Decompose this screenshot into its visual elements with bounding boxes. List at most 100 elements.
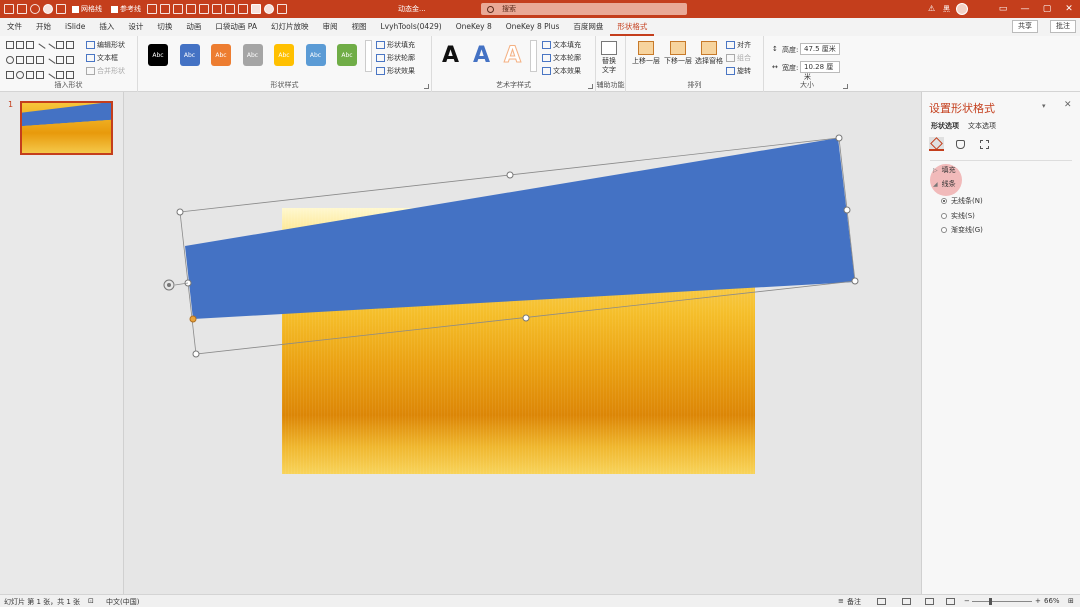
distribute-horizontal-icon[interactable] <box>225 4 235 14</box>
slide-editing-canvas[interactable] <box>125 92 920 594</box>
tab-text-options[interactable]: 文本选项 <box>968 121 996 131</box>
line-option-1[interactable]: 实线(S) <box>941 211 975 221</box>
tab-8[interactable]: 幻灯片放映 <box>264 18 316 36</box>
text-effects-button[interactable]: 文本效果 <box>542 66 581 76</box>
comment-button[interactable]: 批注 <box>1050 20 1076 33</box>
shape-fill-button[interactable]: 形状填充 <box>376 40 415 50</box>
shape-style-5[interactable]: Abc <box>305 44 326 66</box>
wordart-scroll[interactable] <box>530 40 537 72</box>
gridlines-checkbox[interactable]: 网格线 <box>72 4 102 14</box>
resize-handle[interactable] <box>843 206 851 214</box>
fill-section-header[interactable]: ▷ 填充 <box>933 165 956 175</box>
zoom-slider-thumb[interactable] <box>989 598 992 605</box>
connector-shape-icon[interactable] <box>36 56 44 64</box>
shape-icon[interactable] <box>251 4 261 14</box>
align-middle-icon[interactable] <box>199 4 209 14</box>
rotate-button[interactable]: 旋转 <box>726 66 751 76</box>
line-section-header[interactable]: ◢ 线条 <box>933 179 956 189</box>
fill-line-icon[interactable] <box>929 136 944 151</box>
resize-handle[interactable] <box>506 171 514 179</box>
share-button[interactable]: 共享 <box>1012 20 1038 33</box>
tab-2[interactable]: iSlide <box>58 18 92 36</box>
tab-11[interactable]: LvyhTools(0429) <box>373 18 448 36</box>
text-box-button[interactable]: 文本框 <box>86 53 118 63</box>
reading-view-icon[interactable] <box>925 598 934 605</box>
triangle-shape-icon[interactable] <box>16 41 24 49</box>
tab-4[interactable]: 设计 <box>121 18 150 36</box>
dialog-launcher-icon[interactable] <box>588 84 593 89</box>
redo-icon[interactable] <box>43 4 53 14</box>
line-option-0[interactable]: 无线条(N) <box>941 196 983 206</box>
align-bottom-icon[interactable] <box>212 4 222 14</box>
resize-handle[interactable] <box>851 277 859 285</box>
dialog-launcher-icon[interactable] <box>424 84 429 89</box>
tab-10[interactable]: 视图 <box>344 18 373 36</box>
wave-shape-icon[interactable] <box>16 71 24 79</box>
dialog-launcher-icon[interactable] <box>843 84 848 89</box>
close-icon[interactable]: ✕ <box>1064 100 1072 110</box>
tab-7[interactable]: 口袋动画 PA <box>208 18 264 36</box>
resize-handle[interactable] <box>522 314 530 322</box>
fit-to-window-icon[interactable]: ⊞ <box>1068 597 1074 605</box>
line-option-2[interactable]: 渐变线(G) <box>941 225 983 235</box>
bring-forward-button[interactable]: 上移一层 <box>632 41 660 66</box>
user-name[interactable]: 黑 <box>943 4 950 14</box>
tab-1[interactable]: 开始 <box>29 18 58 36</box>
line-shape-icon[interactable] <box>44 43 56 55</box>
wordart-style-1[interactable]: A <box>473 44 490 68</box>
notes-button[interactable]: 备注 <box>847 597 861 607</box>
more-commands-icon[interactable] <box>277 4 287 14</box>
wordart-style-0[interactable]: A <box>442 44 459 68</box>
more-shapes-icon[interactable] <box>66 71 74 79</box>
tab-14[interactable]: 百度网盘 <box>566 18 610 36</box>
group-button[interactable]: 组合 <box>726 53 751 63</box>
search-box[interactable]: 搜索 <box>481 3 687 15</box>
maximize-button[interactable]: ▢ <box>1036 4 1058 14</box>
zoom-slider[interactable] <box>972 601 1032 602</box>
resize-handle[interactable] <box>192 350 200 358</box>
tab-9[interactable]: 审阅 <box>315 18 344 36</box>
notes-icon[interactable]: ≡ <box>838 597 844 605</box>
align-left-icon[interactable] <box>147 4 157 14</box>
distribute-vertical-icon[interactable] <box>238 4 248 14</box>
shape-style-0[interactable]: Abc <box>148 44 168 66</box>
alt-text-button[interactable]: 替换 文字 <box>601 41 617 75</box>
undo-icon[interactable] <box>30 4 40 14</box>
shape-effects-button[interactable]: 形状效果 <box>376 66 415 76</box>
tab-shape-options[interactable]: 形状选项 <box>931 121 959 131</box>
arrow-shape-icon[interactable] <box>56 56 64 64</box>
triangle-shape-icon[interactable] <box>26 56 34 64</box>
height-input[interactable]: 47.5 厘米 <box>800 43 840 55</box>
rectangle-shape-icon[interactable] <box>6 41 14 49</box>
close-button[interactable]: ✕ <box>1058 4 1080 14</box>
adjust-handle[interactable] <box>189 315 197 323</box>
rectangle-shape-icon[interactable] <box>56 41 64 49</box>
tab-0[interactable]: 文件 <box>0 18 29 36</box>
brace-shape-icon[interactable] <box>56 71 64 79</box>
callout-shape-icon[interactable] <box>26 71 34 79</box>
zoom-in-icon[interactable]: + <box>1035 597 1041 605</box>
text-outline-button[interactable]: 文本轮廓 <box>542 53 581 63</box>
textbox-shape-icon[interactable] <box>26 41 34 49</box>
shape-style-3[interactable]: Abc <box>242 44 263 66</box>
normal-view-icon[interactable] <box>877 598 886 605</box>
align-top-icon[interactable] <box>186 4 196 14</box>
format-painter-icon[interactable] <box>56 4 66 14</box>
minimize-button[interactable]: — <box>1014 4 1036 14</box>
tab-6[interactable]: 动画 <box>179 18 208 36</box>
merge-shapes-button[interactable]: 合并形状 <box>86 66 125 76</box>
edit-shape-button[interactable]: 编辑形状 <box>86 40 125 50</box>
wordart-style-2[interactable]: A <box>503 43 521 68</box>
warning-icon[interactable]: ⚠ <box>928 4 935 13</box>
width-input[interactable]: 10.28 厘米 <box>800 61 840 81</box>
shape-style-2[interactable]: Abc <box>211 44 231 66</box>
resize-handle[interactable] <box>176 208 184 216</box>
brace-shape-icon[interactable] <box>66 56 74 64</box>
size-properties-icon[interactable] <box>977 137 992 151</box>
tab-13[interactable]: OneKey 8 Plus <box>499 18 567 36</box>
slide-thumbnail[interactable] <box>20 101 113 155</box>
oval-shape-icon[interactable] <box>6 56 14 64</box>
shape-style-1[interactable]: Abc <box>179 44 200 66</box>
guides-checkbox[interactable]: 参考线 <box>111 4 141 14</box>
accessibility-check-icon[interactable]: ⊡ <box>88 597 94 605</box>
